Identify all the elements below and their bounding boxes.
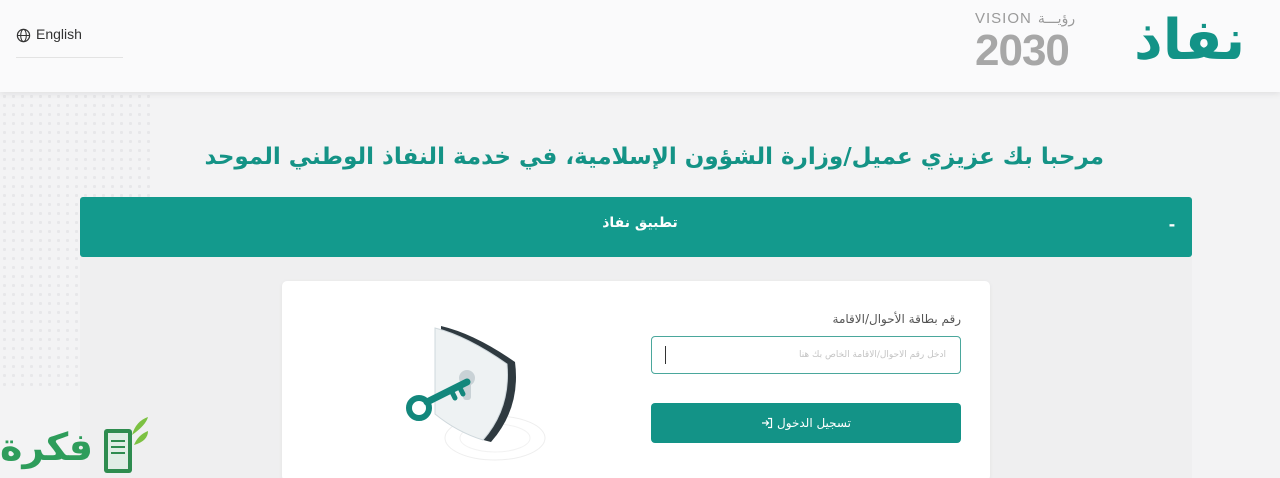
app-section-title: تطبيق نفاذ: [602, 215, 678, 231]
vision-year: 2030: [975, 26, 1070, 75]
text-caret: [665, 346, 666, 364]
language-label: English: [36, 26, 82, 42]
app-section-header[interactable]: - تطبيق نفاذ: [80, 197, 1192, 257]
id-number-input[interactable]: [651, 336, 961, 374]
sign-in-icon: [762, 417, 773, 429]
vision-2030-logo: VISION رؤيـــة 2030: [975, 10, 1103, 75]
login-button[interactable]: تسجيل الدخول: [651, 403, 961, 443]
site-watermark: فكرة: [0, 415, 155, 478]
welcome-heading: مرحبا بك عزيزي عميل/وزارة الشؤون الإسلام…: [204, 144, 1104, 170]
watermark-text: فكرة: [0, 425, 94, 469]
globe-icon: [16, 28, 31, 43]
vision-latin-text: VISION: [975, 10, 1032, 27]
nafath-logo[interactable]: نفاذ: [1134, 6, 1245, 76]
shield-key-icon: [406, 326, 546, 461]
login-card: [282, 281, 990, 478]
book-leaf-icon: [104, 417, 148, 473]
vision-arabic-text: رؤيـــة: [1037, 10, 1076, 27]
collapse-toggle[interactable]: -: [1164, 215, 1180, 235]
id-field-label: رقم بطاقة الأحوال/الاقامة: [832, 312, 961, 326]
language-switcher[interactable]: English: [16, 26, 123, 58]
site-header: English VISION رؤيـــة 2030 نفاذ: [0, 0, 1280, 92]
login-button-label: تسجيل الدخول: [777, 416, 851, 430]
